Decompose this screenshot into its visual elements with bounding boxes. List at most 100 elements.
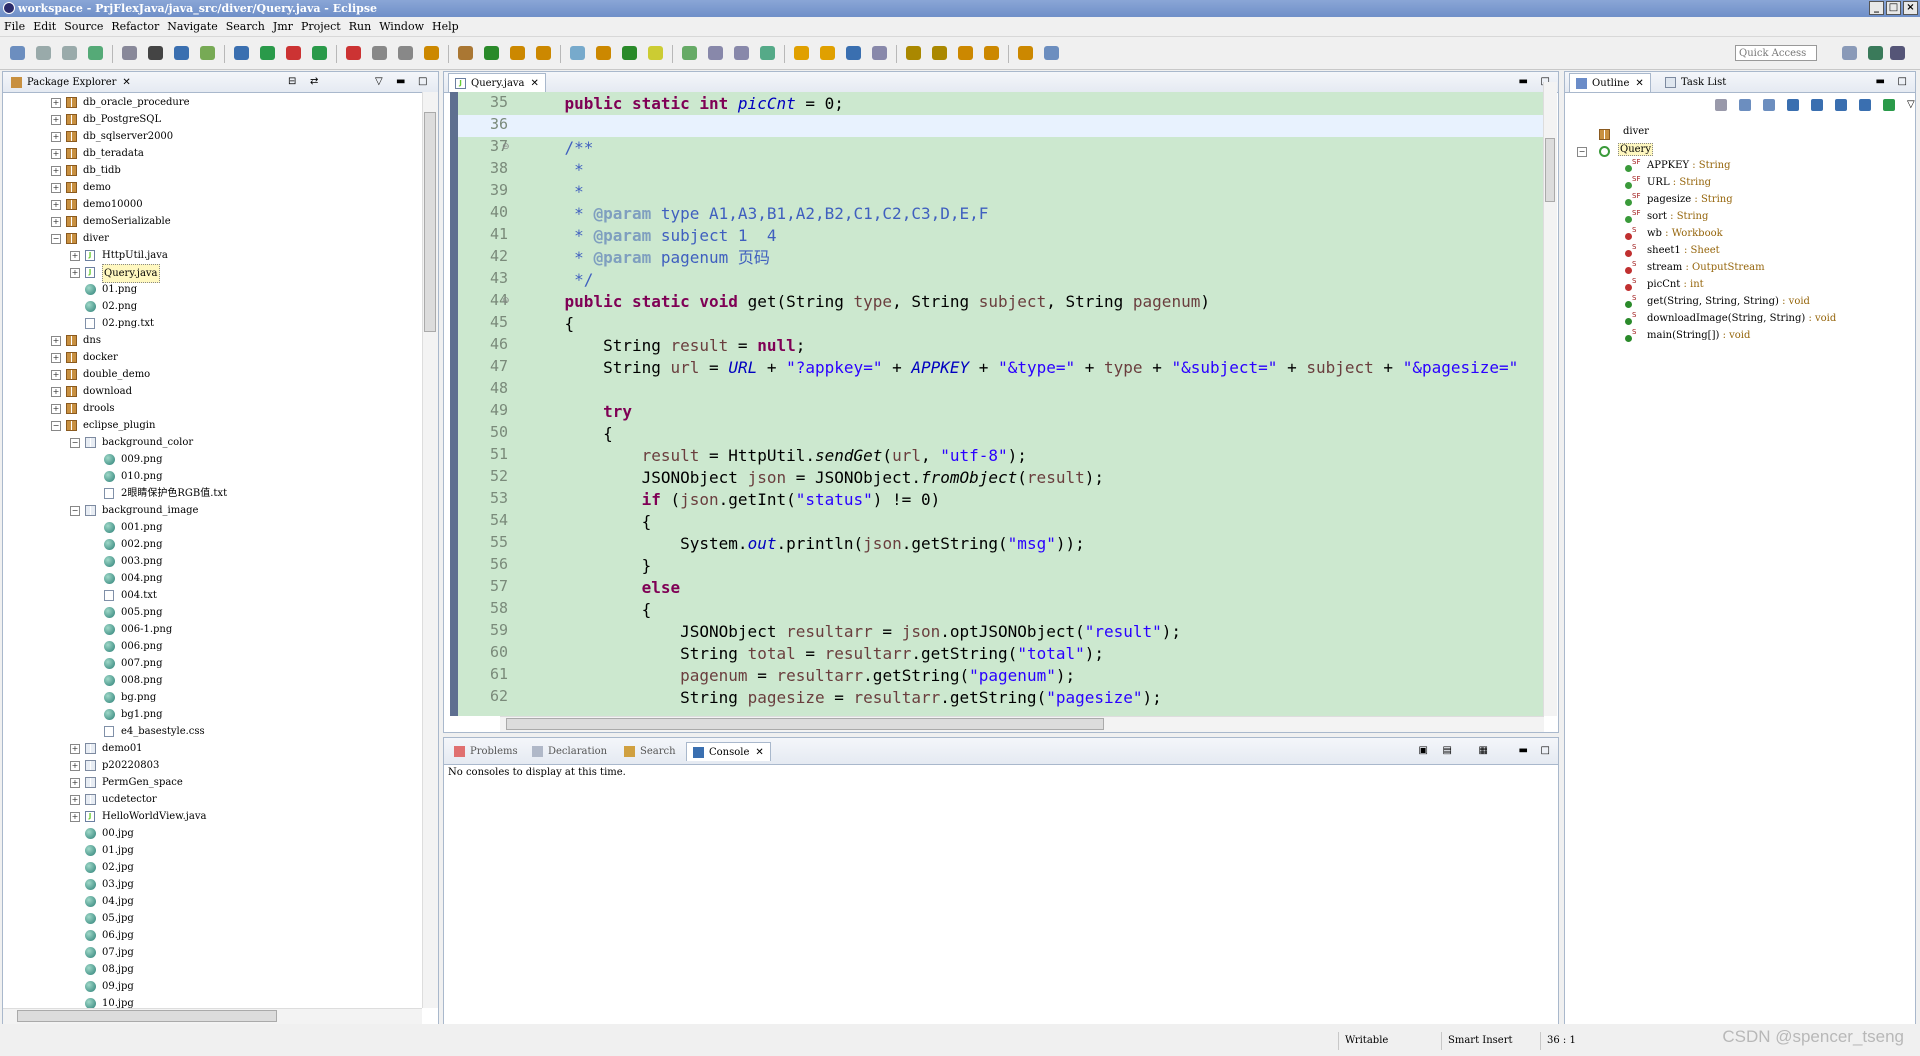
- code-line[interactable]: 39 *: [458, 181, 1544, 203]
- debug-perspective-icon[interactable]: [1890, 46, 1905, 60]
- code-line[interactable]: 59 JSONObject resultarr = json.optJSONOb…: [458, 621, 1544, 643]
- menu-navigate[interactable]: Navigate: [163, 17, 221, 36]
- toolbar-button[interactable]: [734, 46, 749, 60]
- toolbar-button[interactable]: [200, 46, 215, 60]
- code-line[interactable]: 51 result = HttpUtil.sendGet(url, "utf-8…: [458, 445, 1544, 467]
- scroll-thumb[interactable]: [1545, 138, 1555, 202]
- code-line[interactable]: 48: [458, 379, 1544, 401]
- expand-icon[interactable]: +: [51, 166, 61, 176]
- sync-icon[interactable]: [1715, 99, 1727, 111]
- collapse-icon[interactable]: −: [70, 506, 80, 516]
- toolbar-button[interactable]: [88, 46, 103, 60]
- toolbar-button[interactable]: [122, 46, 137, 60]
- expand-icon[interactable]: +: [51, 353, 61, 363]
- menu-jmr[interactable]: Jmr: [269, 17, 297, 36]
- code-line[interactable]: 37 ⊖ /**: [458, 137, 1544, 159]
- expand-icon[interactable]: +: [51, 217, 61, 227]
- tab-outline[interactable]: Outline ✕: [1569, 73, 1651, 92]
- toolbar-button[interactable]: [622, 46, 637, 60]
- collapse-all-icon[interactable]: ⊟: [288, 76, 296, 87]
- tab-problems[interactable]: Problems: [448, 742, 524, 761]
- expand-icon[interactable]: +: [51, 336, 61, 346]
- tab-console[interactable]: Console ✕: [686, 742, 771, 761]
- code-line[interactable]: 40 * @param type A1,A3,B1,A2,B2,C1,C2,C3…: [458, 203, 1544, 225]
- toolbar-button[interactable]: [1044, 46, 1059, 60]
- code-line[interactable]: 50 {: [458, 423, 1544, 445]
- toolbar-button[interactable]: [708, 46, 723, 60]
- close-icon[interactable]: ✕: [531, 78, 539, 89]
- menu-project[interactable]: Project: [297, 17, 345, 36]
- maximize-button[interactable]: □: [1886, 1, 1901, 15]
- collapse-icon[interactable]: −: [70, 438, 80, 448]
- minimize-button[interactable]: _: [1869, 1, 1884, 15]
- expand-icon[interactable]: +: [51, 132, 61, 142]
- maximize-view-icon[interactable]: □: [418, 76, 427, 87]
- perspective-open-icon[interactable]: [1842, 46, 1857, 60]
- toolbar-button[interactable]: [234, 46, 249, 60]
- expand-icon[interactable]: +: [51, 98, 61, 108]
- toolbar-button[interactable]: [174, 46, 189, 60]
- editor-vertical-scrollbar[interactable]: [1543, 82, 1557, 716]
- console-output[interactable]: No consoles to display at this time.: [444, 765, 1558, 1024]
- menu-refactor[interactable]: Refactor: [107, 17, 163, 36]
- pin-console-icon[interactable]: ▣: [1419, 745, 1428, 756]
- toolbar-button[interactable]: [398, 46, 413, 60]
- expand-icon[interactable]: +: [51, 183, 61, 193]
- tab-search[interactable]: Search: [618, 742, 682, 761]
- code-line[interactable]: 62 String pagesize = resultarr.getString…: [458, 687, 1544, 709]
- menu-file[interactable]: File: [0, 17, 29, 36]
- code-line[interactable]: 60 String total = resultarr.getString("t…: [458, 643, 1544, 665]
- collapse-icon[interactable]: −: [1577, 147, 1587, 157]
- toolbar-button[interactable]: [984, 46, 999, 60]
- scroll-thumb[interactable]: [506, 718, 1104, 730]
- toolbar-button[interactable]: [958, 46, 973, 60]
- status-insert-mode[interactable]: Smart Insert: [1441, 1032, 1536, 1050]
- toolbar-button[interactable]: [846, 46, 861, 60]
- toolbar-button[interactable]: [260, 46, 275, 60]
- expand-icon[interactable]: +: [51, 200, 61, 210]
- link-with-editor-icon[interactable]: ⇄: [310, 76, 318, 87]
- code-line[interactable]: 56 }: [458, 555, 1544, 577]
- toolbar-button[interactable]: [36, 46, 51, 60]
- expand-icon[interactable]: +: [70, 778, 80, 788]
- hide-local-types-icon[interactable]: [1859, 99, 1871, 111]
- view-menu-icon[interactable]: ▽: [375, 76, 383, 87]
- menu-source[interactable]: Source: [60, 17, 107, 36]
- quick-access-input[interactable]: Quick Access: [1735, 45, 1817, 61]
- toolbar-button[interactable]: [794, 46, 809, 60]
- expand-icon[interactable]: +: [70, 744, 80, 754]
- code-line[interactable]: 41 * @param subject 1 4: [458, 225, 1544, 247]
- code-line[interactable]: 42 * @param pagenum 页码: [458, 247, 1544, 269]
- menu-edit[interactable]: Edit: [29, 17, 60, 36]
- toolbar-button[interactable]: [62, 46, 77, 60]
- toolbar-button[interactable]: [648, 46, 663, 60]
- maximize-view-icon[interactable]: □: [1898, 76, 1907, 87]
- display-console-icon[interactable]: ▤: [1443, 745, 1452, 756]
- toolbar-button[interactable]: [510, 46, 525, 60]
- sort-icon[interactable]: [1763, 99, 1775, 111]
- focus-icon[interactable]: [1883, 99, 1895, 111]
- menu-help[interactable]: Help: [428, 17, 463, 36]
- code-line[interactable]: 61 pagenum = resultarr.getString("pagenu…: [458, 665, 1544, 687]
- java-ee-perspective-icon[interactable]: [1868, 46, 1883, 60]
- toolbar-button[interactable]: [932, 46, 947, 60]
- expand-icon[interactable]: +: [51, 387, 61, 397]
- toolbar-button[interactable]: [312, 46, 327, 60]
- code-line[interactable]: 36: [458, 115, 1544, 137]
- expand-icon[interactable]: +: [51, 370, 61, 380]
- toolbar-button[interactable]: [372, 46, 387, 60]
- code-line[interactable]: 44 ⊖ public static void get(String type, …: [458, 291, 1544, 313]
- code-line[interactable]: 46 String result = null;: [458, 335, 1544, 357]
- code-line[interactable]: 38 *: [458, 159, 1544, 181]
- scroll-thumb[interactable]: [17, 1010, 277, 1022]
- code-line[interactable]: 54 {: [458, 511, 1544, 533]
- code-line[interactable]: 58 {: [458, 599, 1544, 621]
- code-line[interactable]: 57 else: [458, 577, 1544, 599]
- minimize-view-icon[interactable]: ▬: [396, 76, 405, 87]
- maximize-view-icon[interactable]: □: [1541, 745, 1550, 756]
- code-line[interactable]: 49 try: [458, 401, 1544, 423]
- toolbar-button[interactable]: [760, 46, 775, 60]
- editor-horizontal-scrollbar[interactable]: [500, 716, 1544, 732]
- toolbar-button[interactable]: [148, 46, 163, 60]
- tab-package-explorer[interactable]: Package Explorer ✕: [5, 73, 137, 92]
